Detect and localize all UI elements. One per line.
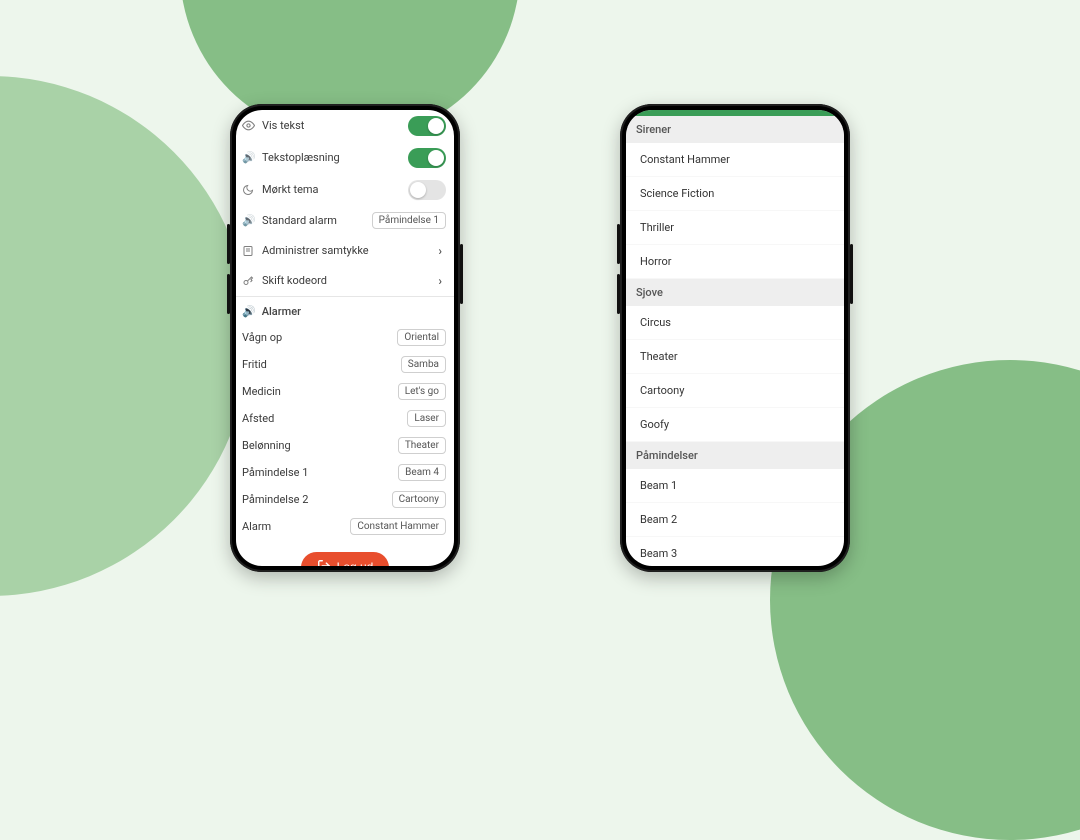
chevron-right-icon: › [438, 244, 446, 258]
sound-option[interactable]: Cartoony [626, 374, 844, 408]
alarm-label: Vågn op [242, 331, 282, 344]
eye-icon [242, 119, 256, 132]
settings-screen: Vis tekst 🔊 Tekstoplæsning Mørkt tema 🔊 Stand… [236, 110, 454, 566]
sound-option[interactable]: Thriller [626, 211, 844, 245]
setting-label: Tekstoplæsning [262, 151, 340, 164]
logout-button[interactable]: Log ud [301, 552, 390, 566]
alarm-row: Belønning Theater [236, 432, 454, 459]
setting-row-administrer-samtykke[interactable]: Administrer samtykke › [236, 236, 454, 266]
phone-mockups: Vis tekst 🔊 Tekstoplæsning Mørkt tema 🔊 Stand… [0, 0, 1080, 675]
setting-label: Skift kodeord [262, 274, 327, 287]
alarm-value-pill[interactable]: Oriental [397, 329, 446, 346]
toggle-switch[interactable] [408, 116, 446, 136]
alarm-row: Alarm Constant Hammer [236, 513, 454, 540]
alarm-value-pill[interactable]: Cartoony [392, 491, 446, 508]
alarm-label: Alarm [242, 520, 271, 533]
alarm-value-pill[interactable]: Let's go [398, 383, 446, 400]
selected-value-pill[interactable]: Påmindelse 1 [372, 212, 446, 229]
sound-option[interactable]: Beam 3 [626, 537, 844, 566]
speaker-icon: 🔊 [242, 214, 256, 227]
setting-label: Vis tekst [262, 119, 304, 132]
sound-category-header: Sjove [626, 279, 844, 306]
alarm-row: Påmindelse 1 Beam 4 [236, 459, 454, 486]
alarm-label: Påmindelse 1 [242, 466, 308, 479]
sound-category-header: Påmindelser [626, 442, 844, 469]
alarm-label: Medicin [242, 385, 281, 398]
speaker-icon: 🔊 [242, 305, 256, 318]
sound-option[interactable]: Horror [626, 245, 844, 279]
setting-row-standard-alarm: 🔊 Standard alarm Påmindelse 1 [236, 206, 454, 236]
alarm-label: Afsted [242, 412, 274, 425]
setting-row-vis-tekst: Vis tekst [236, 110, 454, 142]
phone-frame-settings: Vis tekst 🔊 Tekstoplæsning Mørkt tema 🔊 Stand… [230, 104, 460, 572]
setting-label: Administrer samtykke [262, 244, 369, 257]
alarm-row: Påmindelse 2 Cartoony [236, 486, 454, 513]
phone-frame-sound-picker: SirenerConstant HammerScience FictionThr… [620, 104, 850, 572]
setting-label: Standard alarm [262, 214, 337, 227]
alarm-label: Belønning [242, 439, 291, 452]
logout-label: Log ud [337, 560, 374, 566]
sound-option[interactable]: Science Fiction [626, 177, 844, 211]
alarm-value-pill[interactable]: Samba [401, 356, 446, 373]
toggle-switch[interactable] [408, 148, 446, 168]
sound-option[interactable]: Constant Hammer [626, 143, 844, 177]
alarm-row: Vågn op Oriental [236, 324, 454, 351]
setting-row-tekstoplæsning: 🔊 Tekstoplæsning [236, 142, 454, 174]
sound-category-header: Sirener [626, 116, 844, 143]
alarm-value-pill[interactable]: Constant Hammer [350, 518, 446, 535]
setting-row-skift-kodeord[interactable]: Skift kodeord › [236, 266, 454, 296]
logout-icon [317, 559, 331, 566]
setting-label: Mørkt tema [262, 183, 319, 196]
speaker-icon: 🔊 [242, 151, 256, 164]
alarm-row: Fritid Samba [236, 351, 454, 378]
alarm-label: Påmindelse 2 [242, 493, 308, 506]
chevron-right-icon: › [438, 274, 446, 288]
moon-icon [242, 184, 256, 196]
alarm-label: Fritid [242, 358, 267, 371]
sound-option[interactable]: Theater [626, 340, 844, 374]
consent-icon [242, 245, 256, 257]
alarm-value-pill[interactable]: Beam 4 [398, 464, 446, 481]
key-icon [242, 275, 256, 287]
alarm-row: Medicin Let's go [236, 378, 454, 405]
setting-row-mørkt-tema: Mørkt tema [236, 174, 454, 206]
sound-picker-screen: SirenerConstant HammerScience FictionThr… [626, 110, 844, 566]
alarms-section-header: 🔊 Alarmer [236, 296, 454, 324]
sound-option[interactable]: Beam 2 [626, 503, 844, 537]
alarm-value-pill[interactable]: Theater [398, 437, 446, 454]
alarm-value-pill[interactable]: Laser [407, 410, 446, 427]
sound-option[interactable]: Beam 1 [626, 469, 844, 503]
alarms-section-title: Alarmer [262, 305, 301, 318]
alarm-row: Afsted Laser [236, 405, 454, 432]
sound-option[interactable]: Goofy [626, 408, 844, 442]
toggle-switch[interactable] [408, 180, 446, 200]
sound-option[interactable]: Circus [626, 306, 844, 340]
